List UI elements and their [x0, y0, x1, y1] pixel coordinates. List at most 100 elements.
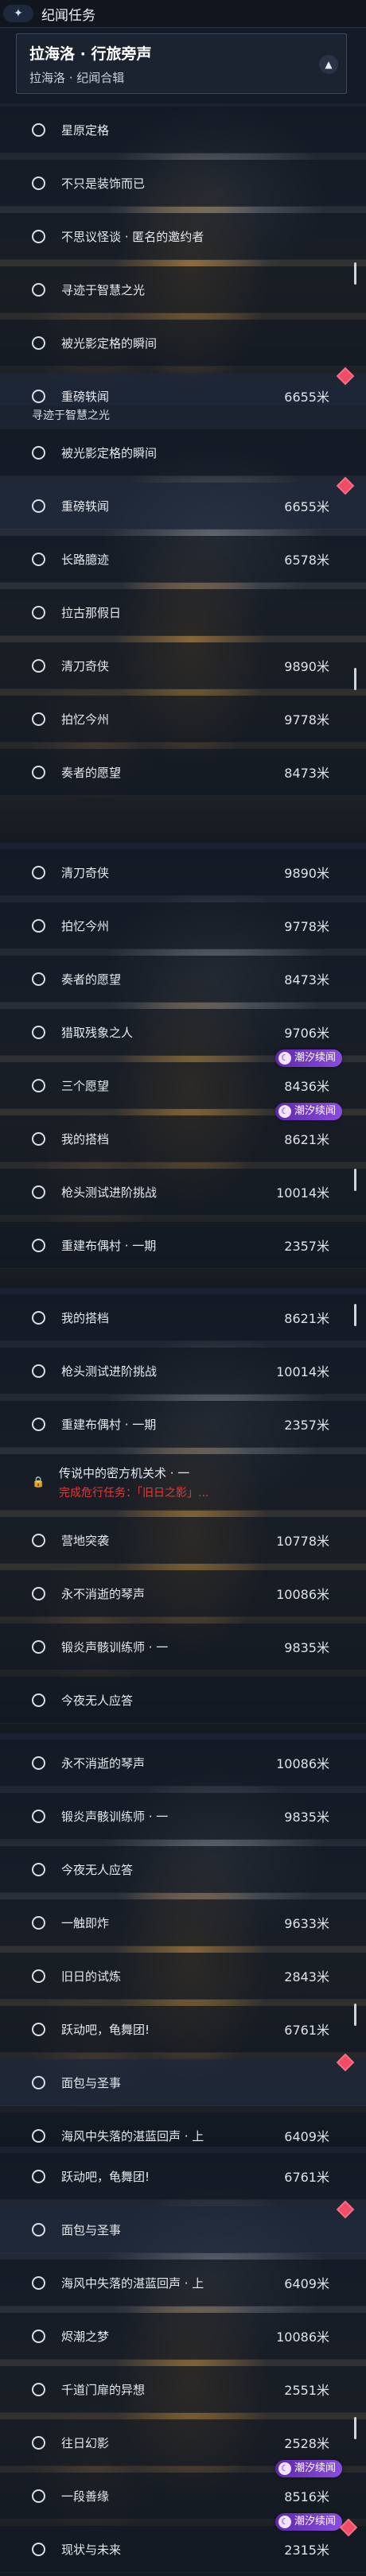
header-bar: ✦ 纪闻任务	[0, 0, 366, 28]
status-circle-icon	[32, 2128, 45, 2143]
status-circle-icon	[32, 1969, 45, 1983]
section-title: 纪闻任务	[41, 7, 95, 24]
list-item[interactable]: 永不消逝的琴声 10086米	[0, 1740, 366, 1787]
scrollbar-thumb[interactable]	[354, 1169, 356, 1191]
region-title: 拉海洛 · 行旅旁声	[29, 45, 152, 63]
list-item[interactable]: 拍忆今州 9778米	[0, 902, 366, 949]
status-circle-icon	[32, 2022, 45, 2036]
panel-4: 我的搭档 8621米 枪头测试进阶挑战 10014米 重建布偶村 · 一期 2357米…	[0, 1288, 366, 1736]
list-item[interactable]: 清刀奇侠 9890米	[0, 642, 366, 689]
list-item[interactable]: 今夜无人应答	[0, 1677, 366, 1724]
list-item[interactable]: 锻炎声骸训练师 · 一 9835米	[0, 1624, 366, 1670]
list-item[interactable]: 寻迹于智慧之光	[0, 266, 366, 313]
list-item[interactable]: ☾ 潮汐续闻 我的搭档 8621米	[0, 1103, 366, 1162]
scrollbar-thumb[interactable]	[354, 668, 356, 690]
list-item[interactable]: 我的搭档 8621米	[0, 1294, 366, 1341]
collapse-caret-icon[interactable]: ▲	[319, 55, 338, 74]
tidal-sequel-badge: ☾ 潮汐续闻	[274, 1103, 342, 1120]
status-circle-icon	[32, 658, 45, 673]
status-circle-icon	[32, 765, 45, 779]
region-selector[interactable]: 拉海洛 · 行旅旁声 拉海洛 · 纪闻合辑 ▲	[16, 33, 347, 94]
status-circle-icon	[32, 1809, 45, 1823]
list-item[interactable]: 不只是装饰而已	[0, 160, 366, 207]
scrollbar-thumb[interactable]	[354, 2417, 356, 2439]
status-circle-icon	[32, 2435, 45, 2450]
list-item[interactable]: 被光影定格的瞬间	[0, 320, 366, 367]
status-circle-icon	[32, 499, 45, 513]
list-item[interactable]: 长路臆迹 6578米	[0, 536, 366, 583]
list-item[interactable]: 旧日的试炼 2843米	[0, 1953, 366, 2000]
list-item[interactable]: 一触即炸 9633米	[0, 1899, 366, 1946]
status-circle-icon	[32, 1755, 45, 1770]
status-circle-icon	[32, 1693, 45, 1707]
status-circle-icon	[32, 1238, 45, 1252]
list-item[interactable]: ☾ 潮汐续闻 现状与未来 2315米	[0, 2513, 366, 2573]
lock-icon: 🔒	[32, 1476, 45, 1488]
list-item[interactable]: 营地突袭 10778米	[0, 1517, 366, 1564]
status-circle-icon	[32, 122, 45, 137]
status-circle-icon	[32, 972, 45, 986]
locked-list-item[interactable]: 🔒 传说中的密方机关术 · 一 完成危行任务：「旧日之影」...	[0, 1454, 366, 1511]
list-item[interactable]: 面包与圣事	[0, 2053, 366, 2106]
list-item[interactable]: 被光影定格的瞬间	[0, 429, 366, 476]
tidal-icon: ☾	[278, 2462, 291, 2475]
list-item[interactable]: 枪头测试进阶挑战 10014米	[0, 1169, 366, 1216]
list-item[interactable]: 海风中失落的湛蓝回声 · 上 6409米	[0, 2260, 366, 2306]
alert-diamond-icon	[336, 2053, 355, 2072]
status-circle-icon	[32, 1417, 45, 1431]
sparkle-icon[interactable]: ✦	[3, 5, 33, 22]
list-item[interactable]: 重磅轶闻 6655米	[0, 476, 366, 530]
unlock-requirement: 完成危行任务：「旧日之影」...	[59, 1486, 209, 1499]
list-item[interactable]: 重建布偶村 · 一期 2357米	[0, 1401, 366, 1448]
list-item[interactable]: 枪头测试进阶挑战 10014米	[0, 1348, 366, 1395]
tidal-icon: ☾	[278, 1052, 291, 1065]
list-item-partial[interactable]: 寻迹于智慧之光	[0, 405, 366, 423]
list-item[interactable]: 奏者的愿望 8473米	[0, 956, 366, 1003]
status-circle-icon	[32, 1025, 45, 1039]
status-circle-icon	[32, 336, 45, 350]
list-item[interactable]: 今夜无人应答	[0, 1846, 366, 1893]
status-circle-icon	[32, 1185, 45, 1199]
status-circle-icon	[32, 2275, 45, 2290]
status-circle-icon	[32, 1364, 45, 1378]
tidal-icon: ☾	[278, 1105, 291, 1118]
tidal-sequel-badge: ☾ 潮汐续闻	[274, 2513, 342, 2531]
status-circle-icon	[32, 605, 45, 619]
list-item[interactable]: 重磅轶闻 6655米	[0, 367, 366, 405]
list-item[interactable]: 烬潮之梦 10086米	[0, 2313, 366, 2360]
status-circle-icon	[32, 445, 45, 460]
list-item[interactable]: 永不消逝的琴声 10086米	[0, 1570, 366, 1617]
alert-diamond-icon	[339, 2518, 358, 2537]
quest-list-page: ✦ 纪闻任务 拉海洛 · 行旅旁声 拉海洛 · 纪闻合辑 ▲ 星原定格 不只是装…	[0, 0, 366, 2576]
list-item[interactable]: 星原定格	[0, 107, 366, 153]
status-circle-icon	[32, 1862, 45, 1876]
tidal-icon: ☾	[278, 2516, 291, 2528]
list-item[interactable]: 清刀奇侠 9890米	[0, 849, 366, 896]
status-circle-icon	[32, 1131, 45, 1146]
list-item[interactable]: 锻炎声骸训练师 · 一 9835米	[0, 1793, 366, 1840]
status-circle-icon	[32, 389, 45, 403]
list-item[interactable]: 奏者的愿望 8473米	[0, 749, 366, 796]
panel-5: 永不消逝的琴声 10086米 锻炎声骸训练师 · 一 9835米 今夜无人应答 一触…	[0, 1733, 366, 2149]
tidal-sequel-badge: ☾ 潮汐续闻	[274, 1049, 342, 1067]
header: ✦ 纪闻任务 拉海洛 · 行旅旁声 拉海洛 · 纪闻合辑 ▲	[0, 0, 366, 103]
scrollbar-thumb[interactable]	[354, 1304, 356, 1326]
list-item[interactable]: 跃动吧，龟舞团! 6761米	[0, 2153, 366, 2200]
scrollbar-thumb[interactable]	[354, 262, 356, 285]
panel-1: 星原定格 不只是装饰而已 不思议怪谈 · 匿名的邀约者 寻迹于智慧之光 被光影定…	[0, 103, 366, 408]
panel-2: 寻迹于智慧之光 被光影定格的瞬间 重磅轶闻 6655米 长路臆迹 6578米 拉古那…	[0, 405, 366, 845]
status-circle-icon	[32, 1533, 45, 1547]
list-item[interactable]: 拉古那假日	[0, 589, 366, 636]
status-circle-icon	[32, 2075, 45, 2089]
list-item[interactable]: 海风中失落的湛蓝回声 · 上 6409米	[0, 2112, 366, 2147]
list-item[interactable]: 面包与圣事	[0, 2200, 366, 2253]
status-circle-icon	[32, 2382, 45, 2396]
list-item[interactable]: 重建布偶村 · 一期 2357米	[0, 1222, 366, 1269]
scrollbar-thumb[interactable]	[354, 2004, 356, 2026]
list-item[interactable]: 不思议怪谈 · 匿名的邀约者	[0, 213, 366, 260]
list-item[interactable]: 千道门扉的异想 2551米	[0, 2366, 366, 2413]
list-item[interactable]: 跃动吧，龟舞团! 6761米	[0, 2006, 366, 2053]
status-circle-icon	[32, 2489, 45, 2503]
list-item[interactable]: 拍忆今州 9778米	[0, 696, 366, 743]
status-circle-icon	[32, 1639, 45, 1654]
